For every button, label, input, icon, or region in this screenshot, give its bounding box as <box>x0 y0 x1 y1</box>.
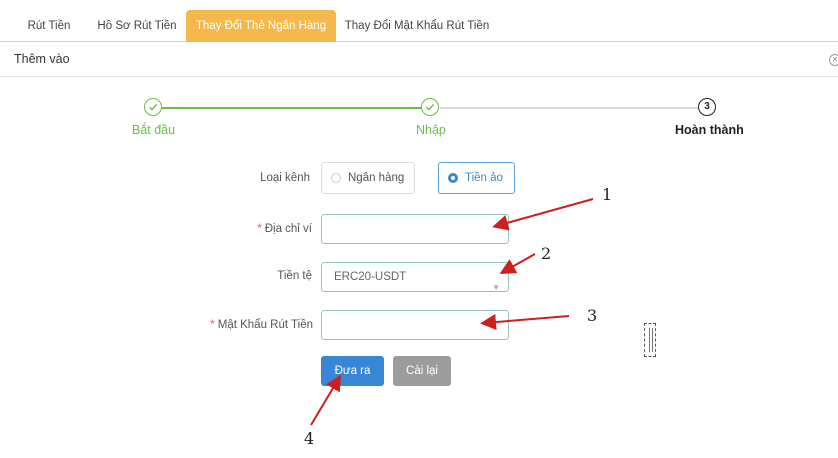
annotation-arrow-1 <box>492 198 594 231</box>
annotation-number: 4 <box>304 429 315 448</box>
annotation-number: 3 <box>587 306 598 325</box>
annotation-arrow-2 <box>499 253 536 274</box>
annotation-number: 2 <box>541 244 552 263</box>
annotation-arrow-4 <box>310 374 342 426</box>
annotation-arrow-3 <box>480 314 570 330</box>
annotation-overlay <box>310 198 594 426</box>
annotation-number: 1 <box>602 185 613 204</box>
